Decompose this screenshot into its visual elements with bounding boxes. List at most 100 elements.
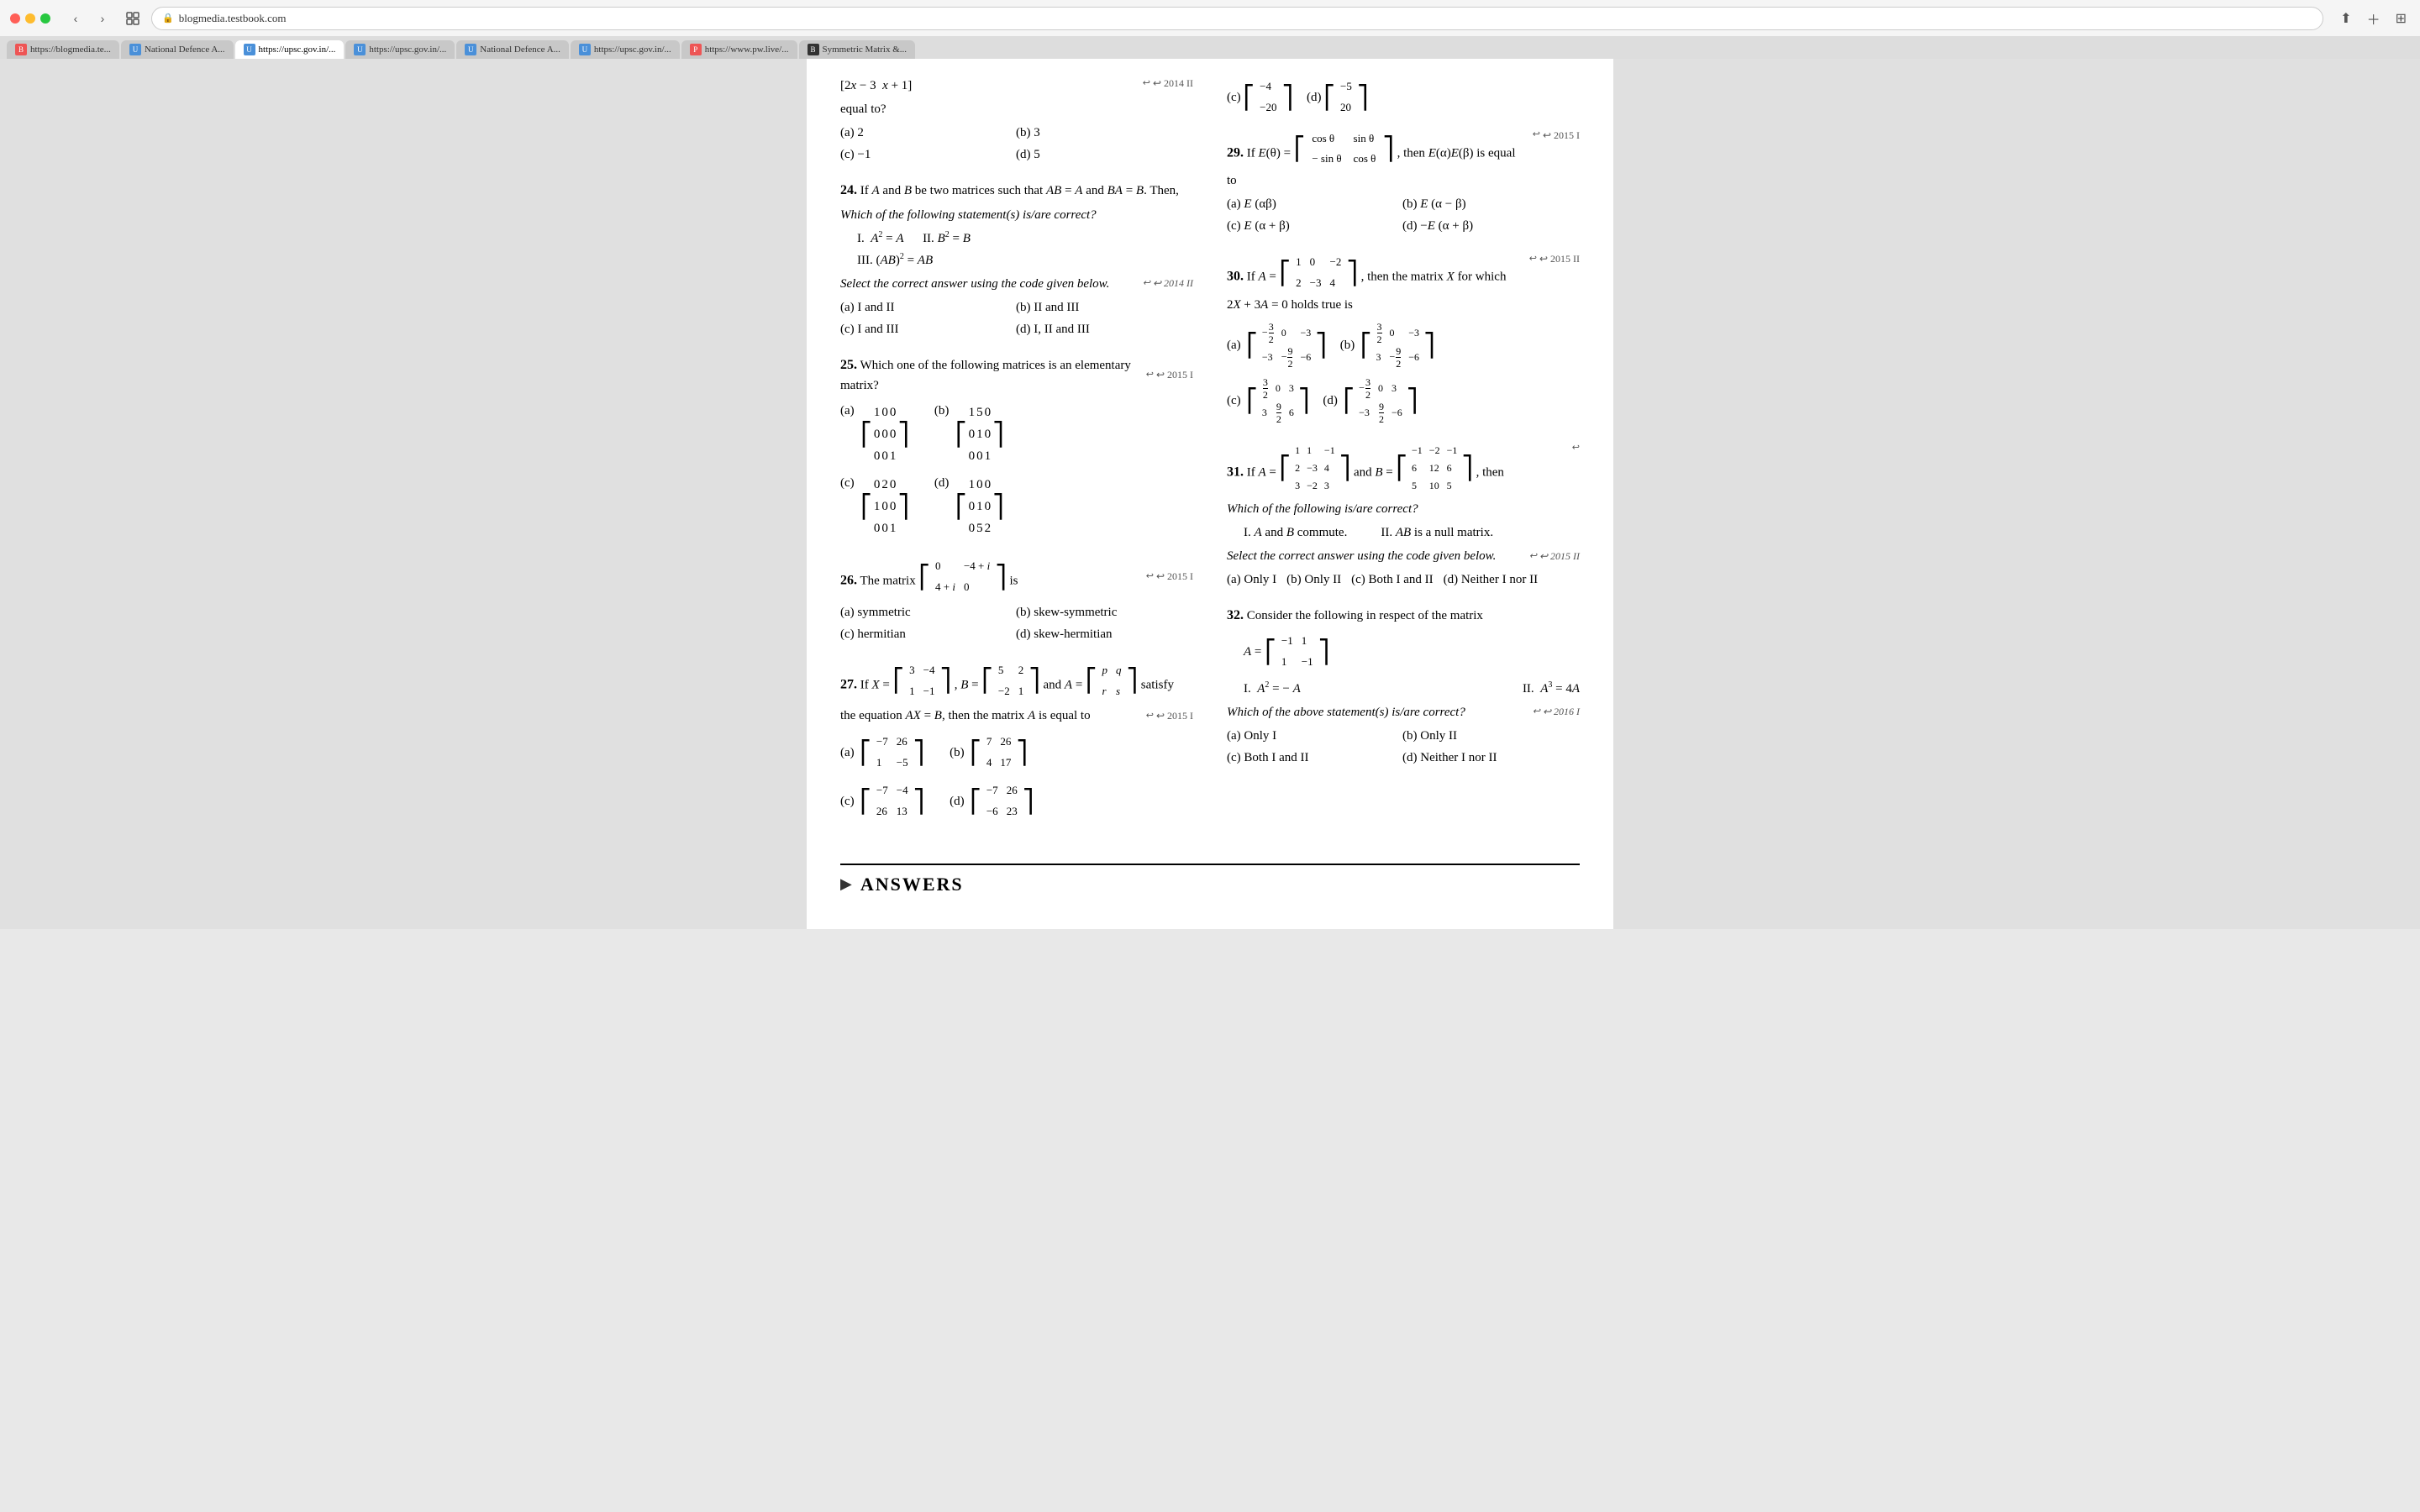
window-controls [10,13,50,24]
q31-if-text: If A = [1247,465,1280,479]
q27-opt-d-label: (d) [950,791,967,811]
right-bracket-d: ⎤ [992,496,1004,517]
page-content: [2x − 3 x + 1] ↩ 2014 II equal to? (a) 2… [807,59,1613,929]
q31-header: 31. If A = ⎡ 11−12−343−23 ⎤ and B = ⎡ −1… [1227,441,1580,496]
tab-favicon-5: U [465,44,476,55]
answers-header: ▶ ANSWERS [840,874,1580,895]
q31-s2: II. AB is a null matrix. [1381,522,1493,543]
q31-a-matrix: ⎡ 11−12−343−23 ⎤ [1280,441,1351,496]
maximize-window-button[interactable] [40,13,50,24]
q27-a-rb: ⎤ [1127,670,1139,690]
q27-opt-c-label: (c) [840,791,857,811]
partial-r-c-matrix: ⎡ −4−20 ⎤ [1244,76,1293,119]
q27-year: ↩ 2015 I [1146,706,1193,726]
q25-opt-row1: (a) ⎡ 100000001 ⎤ (b) ⎡ [840,401,1193,468]
tab-label-3: https://upsc.gov.in/... [259,45,336,55]
minimize-window-button[interactable] [25,13,35,24]
q32-text: Consider the following in respect of the… [1247,609,1483,622]
tab-4[interactable]: U https://upsc.gov.in/... [345,40,455,59]
forward-button[interactable]: › [91,7,114,30]
q25-number: 25. [840,358,857,372]
q30-equation: 2X + 3A = 0 holds true is [1227,295,1580,315]
answers-title: ANSWERS [860,874,964,895]
q25-matrix-b: ⎡ 150010001 ⎤ [955,401,1004,468]
q24-opt-b: (b) II and III [1016,297,1175,318]
new-tab-button[interactable]: ＋ [2364,7,2384,30]
q27-comma1: , B = [955,678,982,691]
tab-favicon-4: U [354,44,366,55]
q27-a-matrix: ⎡ pqrs ⎤ [1086,659,1138,703]
q27-opt-c: (c) ⎡ −7−42613 ⎤ [840,780,924,823]
tab-grid-button[interactable] [121,7,145,30]
q32-opt-c: (c) Both I and II [1227,748,1386,768]
q24-text: If A and B be two matrices such that AB … [860,184,1179,197]
q27-opt-a: (a) ⎡ −7261−5 ⎤ [840,731,924,774]
back-button[interactable]: ‹ [64,7,87,30]
partial-r-d-matrix: ⎡ −520 ⎤ [1324,76,1369,119]
q26-opt-b: (b) skew-symmetric [1016,602,1175,622]
q31-and-text: and B = [1354,465,1397,479]
question-30: 30. If A = ⎡ 10−22−34 ⎤ , then the matri… [1227,251,1580,426]
q30-text-wrap: 30. If A = ⎡ 10−22−34 ⎤ , then the matri… [1227,251,1521,295]
q27-b-matrix: ⎡ 52−21 ⎤ [981,659,1039,703]
tab-overview-button[interactable]: ⊞ [2392,8,2410,29]
tab-5[interactable]: U National Defence A... [456,40,569,59]
q25-opt-d-label: (d) [934,473,952,493]
q29-year: ↩ 2015 I [1533,128,1580,144]
tab-label-8: Symmetric Matrix &... [823,45,908,55]
q31-opt-b: (b) Only II [1286,570,1341,590]
q25-opt-a: (a) ⎡ 100000001 ⎤ [840,401,909,468]
q29-matrix: ⎡ cos θsin θ− sin θcos θ ⎤ [1294,128,1394,171]
question-24: 24. If A and B be two matrices such that… [840,180,1193,339]
q32-opt-cd: (c) Both I and II (d) Neither I nor II [1227,748,1580,768]
q27-satisfy: satisfy [1141,678,1174,691]
q27-b-rb: ⎤ [1028,670,1040,690]
tab-8[interactable]: B Symmetric Matrix &... [799,40,916,59]
q27-opt-d: (d) ⎡ −726−623 ⎤ [950,780,1034,823]
q31-year [1572,441,1580,456]
q25-opt-a-label: (a) [840,401,857,421]
q26-text: The matrix [860,575,918,588]
tab-6[interactable]: U https://upsc.gov.in/... [571,40,680,59]
browser-toolbar: ‹ › 🔒 blogmedia.testbook.com ⬆ ＋ ⊞ [0,0,2420,37]
q27-opt-d-matrix: ⎡ −726−623 ⎤ [970,780,1034,823]
q30-opt-row2: (c) ⎡ 32033926 ⎤ (d) ⎡ −3203−392− [1227,375,1580,426]
partial-bracket: [2x − 3 x + 1] [840,79,912,92]
q31-number: 31. [1227,465,1244,479]
answers-section: ▶ ANSWERS [840,864,1580,895]
q30-opt-d: (d) ⎡ −3203−392−6 ⎤ [1323,375,1418,426]
tab-1[interactable]: B https://blogmedia.te... [7,40,119,59]
address-bar[interactable]: 🔒 blogmedia.testbook.com [151,7,2323,30]
q32-sub-text: Which of the above statement(s) is/are c… [1227,702,1465,722]
tab-2[interactable]: U National Defence A... [121,40,234,59]
q25-opt-c-label: (c) [840,473,857,493]
tab-7[interactable]: P https://www.pw.live/... [681,40,797,59]
q26-year: ↩ 2015 I [1146,569,1193,585]
q25-text: Which one of the following matrices is a… [840,359,1131,393]
q30-opt-b-matrix: ⎡ 320−33−92−6 ⎤ [1360,320,1435,370]
q26-opt-d: (d) skew-hermitian [1016,624,1175,644]
share-button[interactable]: ⬆ [2337,8,2354,29]
q27-opt-a-matrix: ⎡ −7261−5 ⎤ [860,731,924,774]
tab-favicon-2: U [129,44,141,55]
q26-suffix: is [1009,575,1018,588]
q27-and: and A = [1043,678,1086,691]
left-bracket-d: ⎡ [955,496,967,517]
q27-ob-rb: ⎤ [1016,743,1028,763]
left-bracket: ⎡ [860,424,872,444]
q27-opt-a-label: (a) [840,743,857,763]
q32-text-wrap: 32. Consider the following in respect of… [1227,605,1580,627]
close-window-button[interactable] [10,13,20,24]
q29-opt-cd: (c) E (α + β) (d) −E (α + β) [1227,216,1580,236]
partial-r-d-label: (d) [1307,87,1322,108]
url-text: blogmedia.testbook.com [179,12,287,25]
q29-header: 29. If E(θ) = ⎡ cos θsin θ− sin θcos θ ⎤… [1227,128,1580,192]
q24-year: ↩ 2014 II [1143,274,1193,294]
q31-opt-a: (a) Only I [1227,570,1276,590]
tab-label-6: https://upsc.gov.in/... [594,45,671,55]
q27-opt-b-label: (b) [950,743,967,763]
tab-3[interactable]: U https://upsc.gov.in/... [235,40,345,59]
q32-statements: I. A2 = − A II. A3 = 4A [1244,679,1580,699]
q30-opt-c: (c) ⎡ 32033926 ⎤ [1227,375,1309,426]
q29-text-wrap: 29. If E(θ) = ⎡ cos θsin θ− sin θcos θ ⎤… [1227,128,1524,192]
